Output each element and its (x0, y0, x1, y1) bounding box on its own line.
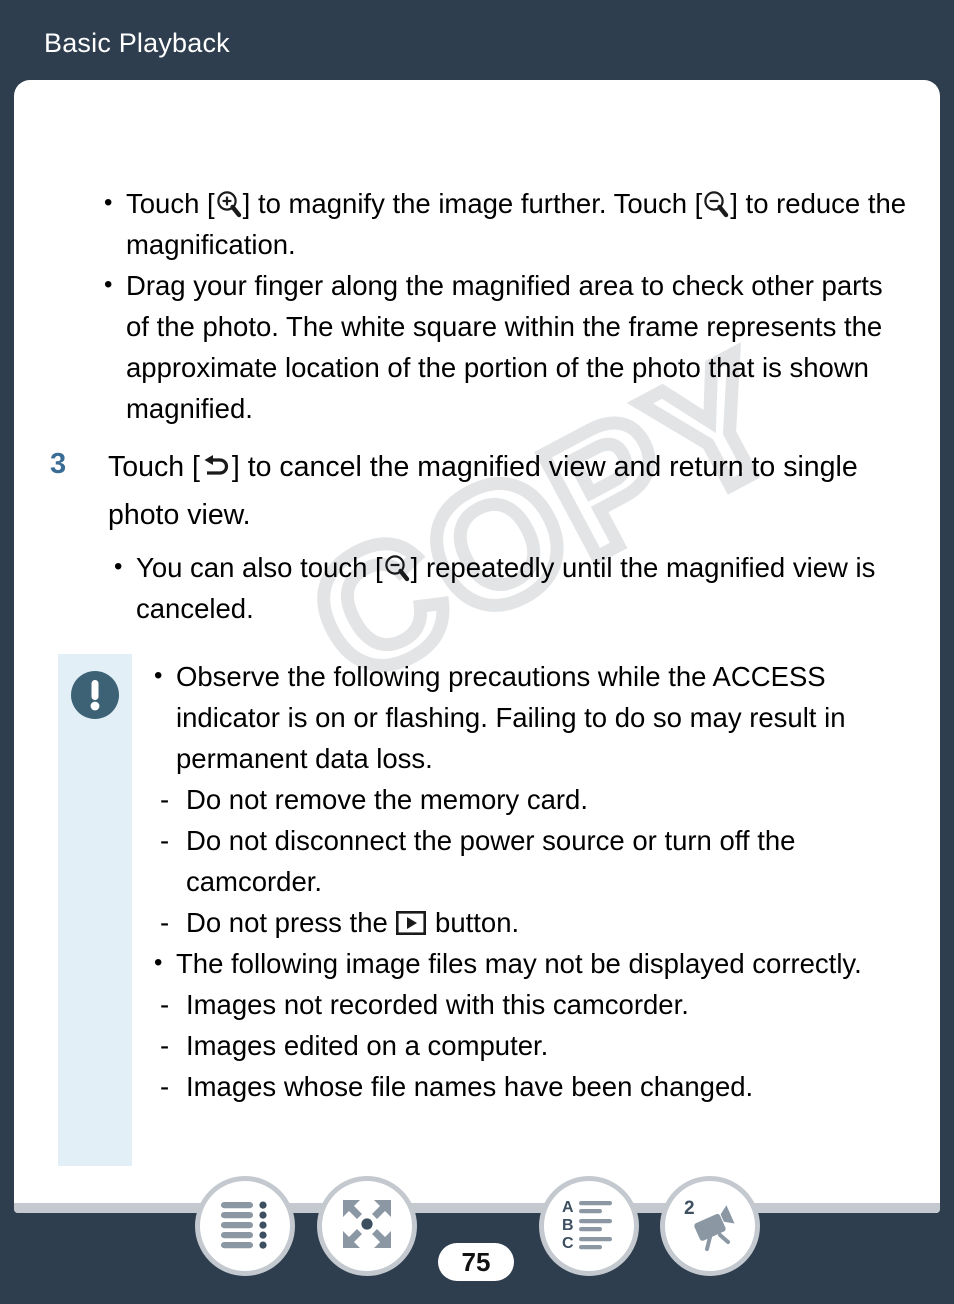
magnify-minus-icon (384, 552, 410, 582)
warning-exclamation-icon (70, 670, 120, 720)
sub-bullet-part1: You can also touch [ (136, 552, 383, 583)
return-arrow-icon (201, 447, 231, 475)
alphabetical-index-button[interactable]: A B C (539, 1176, 639, 1276)
page-number-badge: 75 (438, 1243, 514, 1281)
camcorder-manual-button[interactable]: 2 (660, 1176, 760, 1276)
list-item: The following image files may not be dis… (148, 942, 918, 984)
list-item: Touch [ ] to magnify the image further. T… (98, 182, 908, 265)
abc-index-icon: A B C (560, 1198, 618, 1255)
step-text: Touch [] to cancel the magnified view an… (108, 443, 930, 539)
full-screen-button[interactable] (317, 1176, 417, 1276)
svg-text:B: B (562, 1217, 574, 1234)
list-item: Observe the following precautions while … (148, 655, 918, 779)
top-bullet-list: Touch [ ] to magnify the image further. T… (98, 182, 908, 429)
bottom-navigation-bar: A B C 2 (0, 1168, 954, 1304)
list-item: Do not press the button. (148, 902, 918, 943)
svg-text:C: C (562, 1235, 574, 1250)
note-content: Observe the following precautions while … (148, 655, 918, 1107)
list-item: Images not recorded with this camcorder. (148, 984, 918, 1025)
list-item: Drag your finger along the magnified are… (98, 264, 908, 429)
dash-text-part1: Do not press the (186, 907, 396, 938)
list-item: Do not remove the memory card. (148, 779, 918, 820)
list-item: Do not disconnect the power source or tu… (148, 820, 918, 902)
camcorder-icon: 2 (682, 1197, 738, 1256)
list-item: You can also touch [] repeatedly until t… (108, 546, 908, 629)
list-item: Images edited on a computer. (148, 1025, 918, 1066)
page-header: Basic Playback (0, 0, 954, 80)
step-text-part1: Touch [ (108, 451, 200, 483)
step-3: 3 Touch [] to cancel the magnified view … (50, 443, 930, 539)
page-content-card: COPY Touch [] to magnify the image furth… (14, 80, 940, 1213)
table-of-contents-button[interactable] (195, 1176, 295, 1276)
step-number: 3 (50, 448, 67, 480)
bullet-text-part2: ] to magnify the image further. Touch [ (242, 188, 703, 219)
note-accent-strip (58, 654, 132, 1166)
list-item: Images whose file names have been change… (148, 1066, 918, 1107)
expand-arrows-icon (340, 1197, 394, 1256)
magnify-minus-icon (703, 188, 729, 218)
svg-text:A: A (562, 1199, 574, 1216)
play-button-icon (396, 905, 427, 935)
bullet-text-part1: Touch [ (126, 188, 215, 219)
dash-text-part2: button. (427, 907, 520, 938)
magnify-plus-icon (216, 188, 242, 218)
svg-text:2: 2 (684, 1198, 695, 1219)
sub-bullet-list: You can also touch [] repeatedly until t… (108, 546, 908, 629)
list-lines-icon (217, 1198, 273, 1255)
page-title: Basic Playback (44, 28, 230, 58)
